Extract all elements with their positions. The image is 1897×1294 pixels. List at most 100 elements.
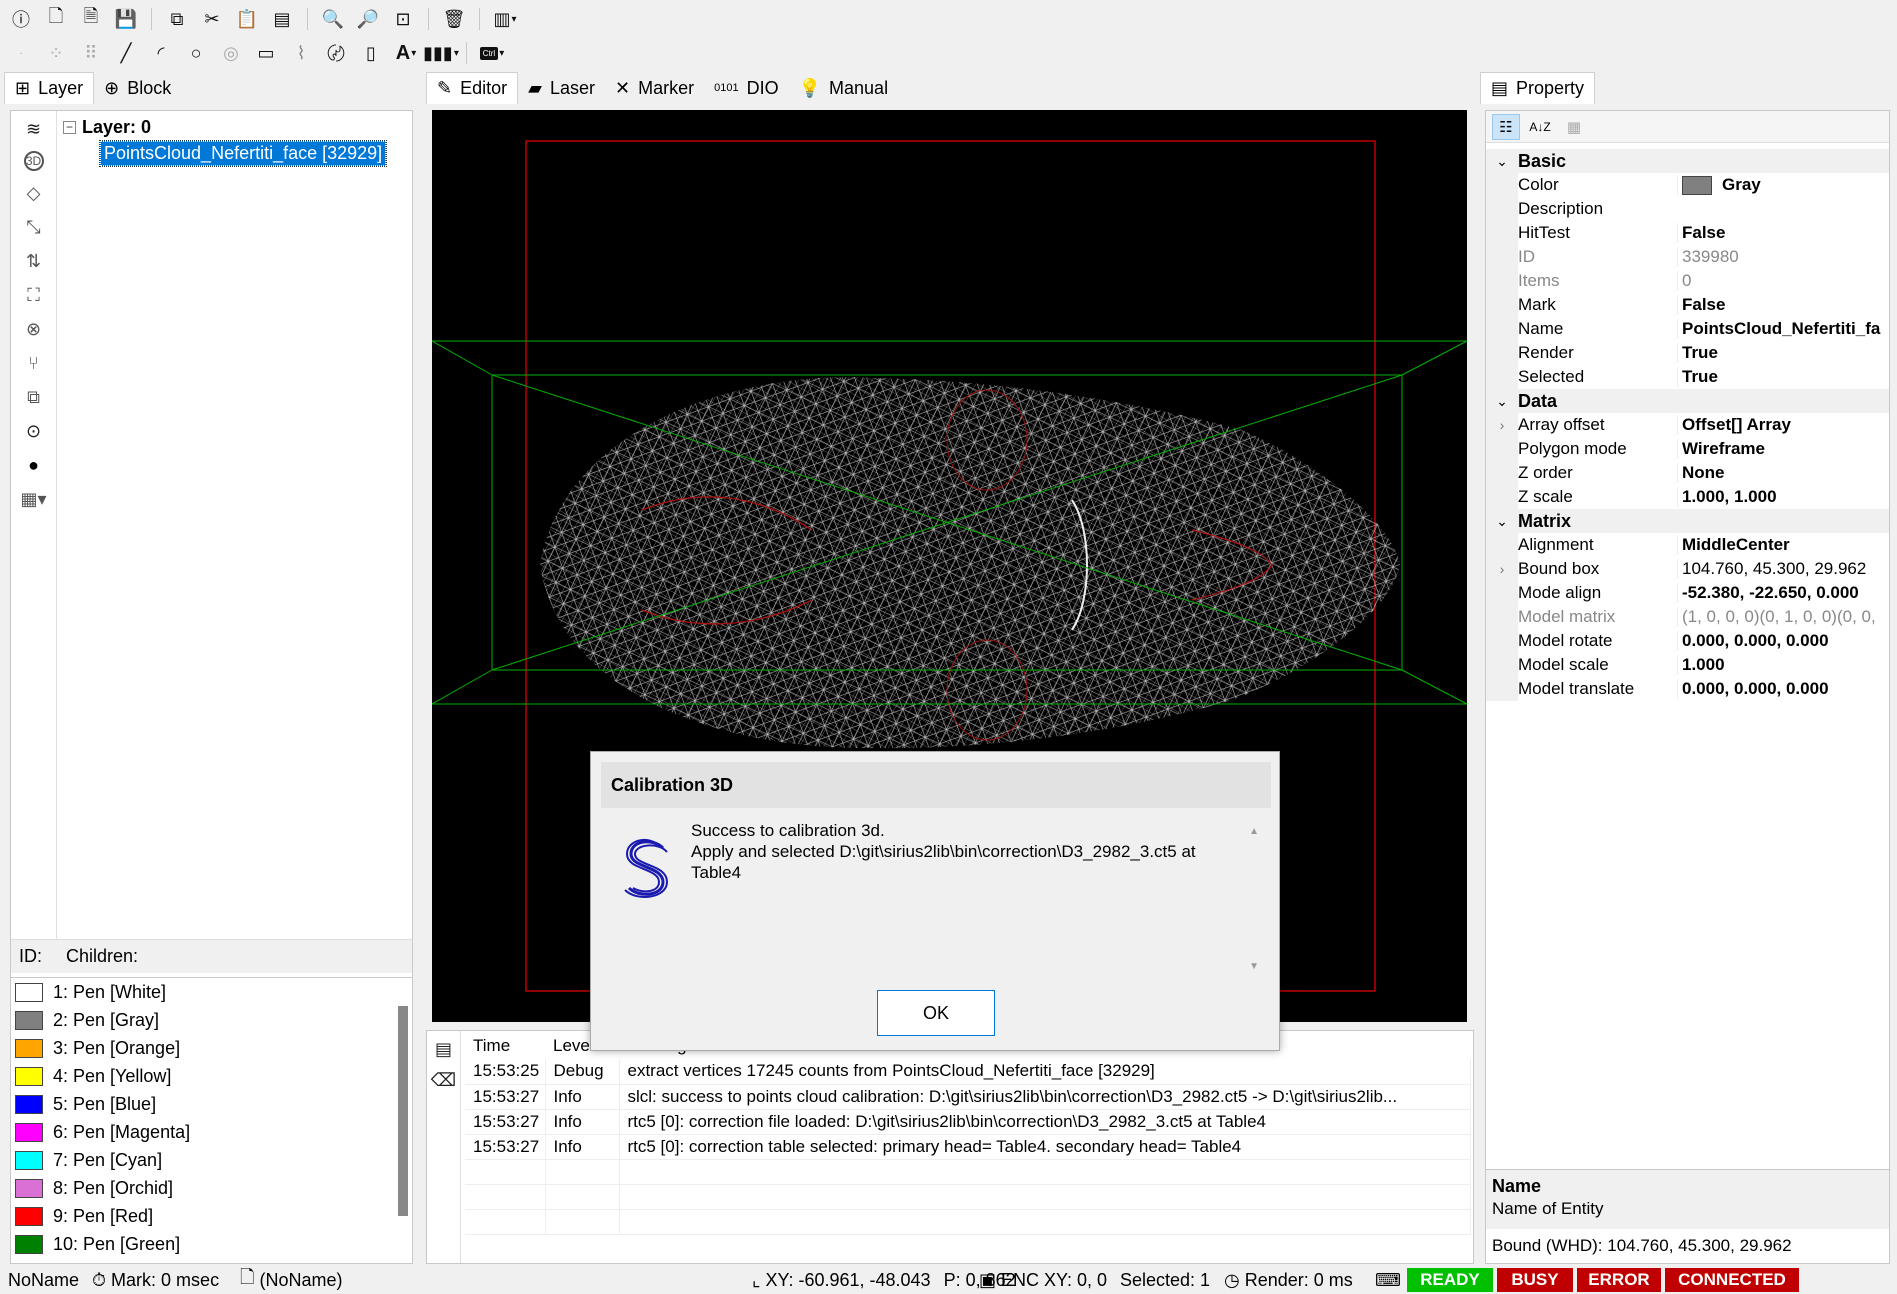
tree-item-pointscloud[interactable]: PointsCloud_Nefertiti_face [32929] <box>98 140 388 167</box>
barcode-icon[interactable]: ▮▮▮ <box>423 40 454 66</box>
file-icon[interactable]: ▯ <box>358 40 384 66</box>
group-icon[interactable]: ⧉ <box>21 385 47 409</box>
property-value[interactable]: True <box>1677 343 1889 363</box>
grid-points-icon[interactable]: ⠿ <box>78 40 104 66</box>
ctrl-icon[interactable]: Ctrl <box>479 40 505 66</box>
path-icon[interactable]: ⤡ <box>21 215 47 239</box>
expand-chevron-icon[interactable]: › <box>1486 557 1518 581</box>
tab-layer[interactable]: ⊞ Layer <box>4 72 95 104</box>
log-row[interactable]: 15:53:25 Debug extract vertices 17245 coun… <box>465 1059 1471 1085</box>
text-icon[interactable]: A <box>393 40 419 66</box>
log-row[interactable]: 15:53:27 Info rtc5 [0]: correction table s… <box>465 1134 1471 1160</box>
property-category[interactable]: ⌄ Matrix <box>1486 509 1889 533</box>
points-icon[interactable]: ⁘ <box>43 40 69 66</box>
tab-dio[interactable]: 0101 DIO <box>704 72 789 104</box>
sort-icon[interactable]: ⇅ <box>21 249 47 273</box>
property-row[interactable]: Model matrix (1, 0, 0, 0)(0, 1, 0, 0)(0, … <box>1486 605 1889 629</box>
property-value[interactable]: Wireframe <box>1677 439 1889 459</box>
property-value[interactable]: -52.380, -22.650, 0.000 <box>1677 583 1889 603</box>
branch-icon[interactable]: ⑂ <box>21 351 47 375</box>
tab-manual[interactable]: 💡 Manual <box>789 72 898 104</box>
property-row[interactable]: Description <box>1486 197 1889 221</box>
property-row[interactable]: HitTest False <box>1486 221 1889 245</box>
copy-icon[interactable]: ⧉ <box>164 6 190 32</box>
property-row[interactable]: Z scale 1.000, 1.000 <box>1486 485 1889 509</box>
property-value[interactable]: None <box>1677 463 1889 483</box>
property-value[interactable]: True <box>1677 367 1889 387</box>
log-header-time[interactable]: Time <box>465 1033 545 1059</box>
collapse-chevron-icon[interactable]: ⌄ <box>1486 513 1518 530</box>
rectangle-icon[interactable]: ▭ <box>253 40 279 66</box>
tab-laser[interactable]: ▰ Laser <box>518 72 605 104</box>
rotate-icon[interactable]: ⊙ <box>21 419 47 443</box>
trepan-icon[interactable]: ◎ <box>218 40 244 66</box>
pen-item[interactable]: 4: Pen [Yellow] <box>11 1062 412 1090</box>
property-row[interactable]: › Array offset Offset[] Array <box>1486 413 1889 437</box>
property-value[interactable]: (1, 0, 0, 0)(0, 1, 0, 0)(0, 0, <box>1677 607 1889 627</box>
align-dropdown-icon[interactable]: ▥ <box>492 6 518 32</box>
property-row[interactable]: Mark False <box>1486 293 1889 317</box>
collapse-chevron-icon[interactable]: ⌄ <box>1486 393 1518 410</box>
scroll-down-arrow-icon[interactable]: ▼ <box>1249 961 1259 972</box>
info-icon[interactable]: ⓘ <box>8 6 34 32</box>
pen-item[interactable]: 8: Pen [Orchid] <box>11 1174 412 1202</box>
pen-list-scrollbar[interactable] <box>398 1006 408 1216</box>
layers-icon[interactable]: ≋ <box>21 117 47 141</box>
save-icon[interactable]: 💾 <box>113 6 139 32</box>
zoom-out-icon[interactable]: 🔍 <box>320 6 346 32</box>
property-value[interactable]: 339980 <box>1677 247 1889 267</box>
property-pages-icon[interactable]: ▦ <box>1560 114 1588 140</box>
pen-item[interactable]: 7: Pen [Cyan] <box>11 1146 412 1174</box>
bound-icon[interactable]: ⛶ <box>21 283 47 307</box>
pen-item[interactable]: 2: Pen [Gray] <box>11 1006 412 1034</box>
pen-item[interactable]: 3: Pen [Orange] <box>11 1034 412 1062</box>
property-row[interactable]: Model scale 1.000 <box>1486 653 1889 677</box>
tree-root[interactable]: − Layer: 0 <box>63 115 408 139</box>
tab-block[interactable]: ⊕ Block <box>94 72 181 104</box>
property-row[interactable]: Render True <box>1486 341 1889 365</box>
property-category[interactable]: ⌄ Data <box>1486 389 1889 413</box>
property-row[interactable]: Polygon mode Wireframe <box>1486 437 1889 461</box>
property-row[interactable]: Name PointsCloud_Nefertiti_fa <box>1486 317 1889 341</box>
property-value[interactable]: False <box>1677 223 1889 243</box>
categorized-icon[interactable]: ☷ <box>1492 113 1520 140</box>
eraser-icon[interactable]: ⌫ <box>431 1070 456 1091</box>
alphabetical-sort-icon[interactable]: A↓Z <box>1526 114 1554 140</box>
pen-item[interactable]: 1: Pen [White] <box>11 978 412 1006</box>
export-dropdown-icon[interactable]: ▦▾ <box>20 487 46 511</box>
property-value[interactable]: PointsCloud_Nefertiti_fa <box>1677 319 1889 339</box>
zoom-in-icon[interactable]: 🔎 <box>355 6 381 32</box>
property-row[interactable]: ID 339980 <box>1486 245 1889 269</box>
tab-property[interactable]: ▤ Property <box>1480 72 1596 104</box>
property-value[interactable]: Offset[] Array <box>1677 415 1889 435</box>
property-value[interactable]: 1.000 <box>1677 655 1889 675</box>
link-icon[interactable]: ⊗ <box>21 317 47 341</box>
property-row[interactable]: › Bound box 104.760, 45.300, 29.962 <box>1486 557 1889 581</box>
pen-item[interactable]: 10: Pen [Green] <box>11 1230 412 1258</box>
property-row[interactable]: Model rotate 0.000, 0.000, 0.000 <box>1486 629 1889 653</box>
expand-chevron-icon[interactable]: › <box>1486 413 1518 437</box>
property-category[interactable]: ⌄ Basic <box>1486 149 1889 173</box>
new-file-icon[interactable]: 🗋 <box>43 6 69 32</box>
pen-item[interactable]: 5: Pen [Blue] <box>11 1090 412 1118</box>
ok-button[interactable]: OK <box>877 990 995 1036</box>
collapse-icon[interactable]: − <box>63 120 76 134</box>
paste-icon[interactable]: 📋 <box>234 6 260 32</box>
new-file-plus-icon[interactable]: 🗎 <box>78 6 104 32</box>
property-row[interactable]: Selected True <box>1486 365 1889 389</box>
clipboard-icon[interactable]: ▤ <box>269 6 295 32</box>
arc-icon[interactable]: ◜ <box>148 40 174 66</box>
property-row[interactable]: Z order None <box>1486 461 1889 485</box>
property-value[interactable]: 0.000, 0.000, 0.000 <box>1677 679 1889 699</box>
cut-icon[interactable]: ✂ <box>199 6 225 32</box>
log-row[interactable]: 15:53:27 Info rtc5 [0]: correction file lo… <box>465 1109 1471 1135</box>
scroll-up-arrow-icon[interactable]: ▲ <box>1249 826 1259 837</box>
property-row[interactable]: Items 0 <box>1486 269 1889 293</box>
property-row[interactable]: Mode align -52.380, -22.650, 0.000 <box>1486 581 1889 605</box>
property-value[interactable]: 104.760, 45.300, 29.962 <box>1677 559 1889 579</box>
collapse-chevron-icon[interactable]: ⌄ <box>1486 153 1518 170</box>
property-value[interactable]: 0.000, 0.000, 0.000 <box>1677 631 1889 651</box>
point-icon[interactable]: · <box>8 40 34 66</box>
polyline-icon[interactable]: ⌇ <box>288 40 314 66</box>
property-value[interactable]: False <box>1677 295 1889 315</box>
